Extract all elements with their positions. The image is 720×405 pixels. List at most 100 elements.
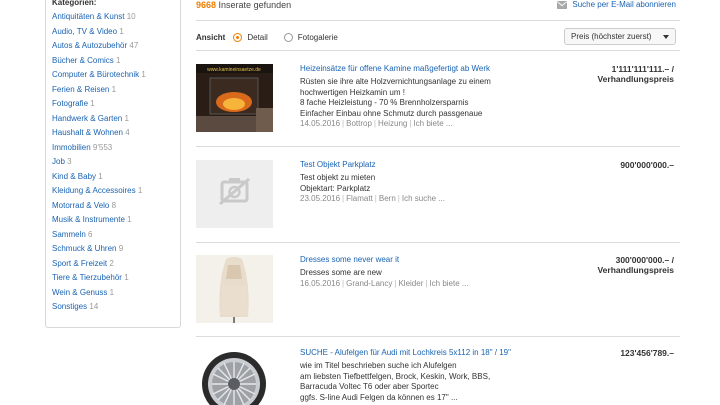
category-link[interactable]: Autos & Autozubehör 47 <box>52 39 180 54</box>
listing-item[interactable]: www.kamineinsaetze.de Heizeinsätze für o… <box>196 64 680 144</box>
listing-price: 123'456'789.– <box>620 348 674 358</box>
category-link[interactable]: Audio, TV & Video 1 <box>52 25 180 40</box>
category-list: Antiquitäten & Kunst 10 Audio, TV & Video… <box>52 10 180 315</box>
view-detail-label[interactable]: Detail <box>247 33 267 42</box>
category-label[interactable]: Computer & Bürotechnik <box>52 70 139 79</box>
category-count: 4 <box>125 128 130 137</box>
listing-title[interactable]: Test Objekt Parkplatz <box>300 160 376 170</box>
listing-item[interactable]: Dresses some never wear it Dresses some … <box>196 255 680 335</box>
listing-description: Test objekt zu mieten Objektart: Parkpla… <box>300 173 520 204</box>
view-gallery-radio[interactable] <box>283 32 293 42</box>
category-label[interactable]: Wein & Genuss <box>52 288 107 297</box>
chevron-down-icon <box>663 35 669 39</box>
listing-date: 16.05.2016 <box>300 278 341 288</box>
listing-title[interactable]: Heizeinsätze für offene Kamine maßgefert… <box>300 64 490 74</box>
category-label[interactable]: Tiere & Tierzubehör <box>52 273 122 282</box>
category-label[interactable]: Antiquitäten & Kunst <box>52 12 125 21</box>
category-label[interactable]: Handwerk & Garten <box>52 114 122 123</box>
category-label[interactable]: Musik & Instrumente <box>52 215 125 224</box>
category-count: 1 <box>109 287 115 297</box>
category-count: 10 <box>126 12 136 21</box>
divider <box>196 50 680 51</box>
listing-meta: 23.05.2016 | Flamatt | Bern | Ich suche ... <box>300 194 445 203</box>
category-link[interactable]: Kind & Baby 1 <box>52 170 180 185</box>
category-link[interactable]: Kleidung & Accessoires 1 <box>52 184 180 199</box>
view-gallery-label[interactable]: Fotogalerie <box>298 33 338 42</box>
category-count: 1 <box>119 26 124 36</box>
listing-description-line: Test objekt zu mieten <box>300 173 376 182</box>
category-link[interactable]: Computer & Bürotechnik 1 <box>52 68 180 83</box>
listing-description-line: Einfacher Einbau ohne Schmutz durch pass… <box>300 108 483 118</box>
category-link[interactable]: Haushalt & Wohnen 4 <box>52 126 180 141</box>
category-link[interactable]: Immobilien 9'553 <box>52 141 180 156</box>
view-label: Ansicht <box>196 32 226 42</box>
category-link[interactable]: Antiquitäten & Kunst 10 <box>52 10 180 25</box>
category-count: 8 <box>111 200 117 210</box>
category-count: 1 <box>124 113 129 123</box>
listing-more: Ich suche ... <box>401 194 445 203</box>
result-count-label: Inserate gefunden <box>218 0 292 10</box>
category-label[interactable]: Job <box>52 157 65 166</box>
category-count: 9'553 <box>92 142 113 152</box>
category-label[interactable]: Motorrad & Velo <box>52 201 109 210</box>
category-link[interactable]: Wein & Genuss 1 <box>52 286 180 301</box>
category-label[interactable]: Sport & Freizeit <box>52 259 107 268</box>
listing-location: Grand-Lancy <box>346 278 393 288</box>
category-label[interactable]: Fotografie <box>52 99 88 108</box>
category-link[interactable]: Bücher & Comics 1 <box>52 54 180 69</box>
listing-item[interactable]: SUCHE - Alufelgen für Audi mit Lochkreis… <box>196 348 680 405</box>
email-alert-link[interactable]: Suche per E-Mail abonnieren <box>557 0 676 10</box>
listing-more: Ich biete ... <box>413 119 453 128</box>
listing-category: Bern <box>378 194 396 203</box>
category-link[interactable]: Schmuck & Uhren 9 <box>52 242 180 257</box>
category-link[interactable]: Motorrad & Velo 8 <box>52 199 180 214</box>
listing-category: Heizung <box>378 119 408 128</box>
category-label[interactable]: Schmuck & Uhren <box>52 244 116 253</box>
category-link[interactable]: Sport & Freizeit 2 <box>52 257 180 272</box>
listing-item[interactable]: Test Objekt Parkplatz Test objekt zu mie… <box>196 160 680 240</box>
listing-title[interactable]: Dresses some never wear it <box>300 255 399 265</box>
category-count: 1 <box>141 70 146 79</box>
listing-meta: 14.05.2016 | Bottrop | Heizung | Ich biete ... <box>300 119 453 128</box>
result-count-number: 9668 <box>196 0 217 10</box>
category-label[interactable]: Kleidung & Accessoires <box>52 186 136 195</box>
listing-image[interactable]: www.kamineinsaetze.de <box>196 64 273 132</box>
category-link[interactable]: Fotografie 1 <box>52 97 180 112</box>
category-label[interactable]: Autos & Autozubehör <box>52 41 127 50</box>
view-detail-radio[interactable] <box>233 32 243 42</box>
listing-date: 14.05.2016 <box>300 119 341 128</box>
listing-description: Dresses some are new 16.05.2016 | Grand-La… <box>300 268 520 289</box>
category-link[interactable]: Sammeln 6 <box>52 228 180 243</box>
listing-image[interactable] <box>196 348 273 405</box>
result-count: 9668 Inserate gefunden <box>196 0 291 10</box>
category-link[interactable]: Handwerk & Garten 1 <box>52 112 180 127</box>
listing-location: Bottrop <box>346 119 372 128</box>
view-toolbar: Ansicht Detail Fotogalerie Preis (höchst… <box>196 28 680 45</box>
category-label[interactable]: Sammeln <box>52 230 86 239</box>
category-link[interactable]: Sonstiges 14 <box>52 300 180 315</box>
category-label[interactable]: Audio, TV & Video <box>52 27 117 36</box>
category-count: 1 <box>127 215 132 224</box>
listing-image[interactable] <box>196 255 273 323</box>
listing-image-placeholder[interactable] <box>196 160 273 228</box>
category-count: 1 <box>98 171 103 181</box>
category-link[interactable]: Job 3 <box>52 155 180 170</box>
category-label[interactable]: Haushalt & Wohnen <box>52 128 123 137</box>
listing-meta: 16.05.2016 | Grand-Lancy | Kleider | Ich biete… <box>300 278 469 288</box>
category-label[interactable]: Ferien & Reisen <box>52 85 109 94</box>
category-label[interactable]: Bücher & Comics <box>52 56 114 65</box>
listing-more: Ich biete ... <box>429 278 469 288</box>
divider <box>196 336 680 337</box>
sort-select[interactable]: Preis (höchster zuerst) <box>564 28 676 45</box>
category-link[interactable]: Musik & Instrumente 1 <box>52 213 180 228</box>
listing-title[interactable]: SUCHE - Alufelgen für Audi mit Lochkreis… <box>300 348 511 358</box>
listing-description-line: wie im Titel beschrieben suche ich Alufe… <box>300 361 457 370</box>
category-link[interactable]: Ferien & Reisen 1 <box>52 83 180 98</box>
category-count: 6 <box>88 229 93 239</box>
category-label[interactable]: Sonstiges <box>52 302 87 311</box>
category-label[interactable]: Kind & Baby <box>52 172 96 181</box>
listing-description-line: ggfs. S-line Audi Felgen da können es 17… <box>300 392 458 402</box>
category-label[interactable]: Immobilien <box>52 143 91 152</box>
category-link[interactable]: Tiere & Tierzubehör 1 <box>52 271 180 286</box>
listing-price-value: 1'111'111'111.– / <box>611 64 674 74</box>
